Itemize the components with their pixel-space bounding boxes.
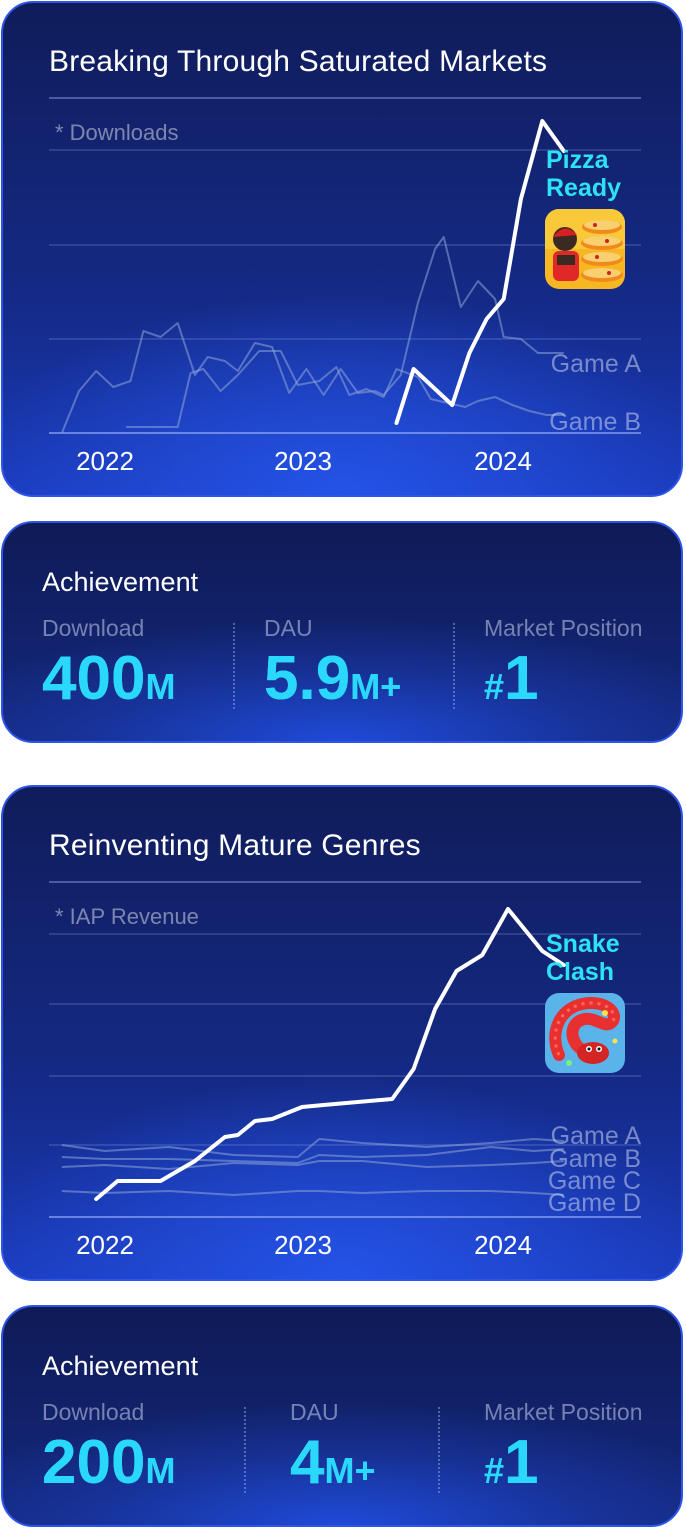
stat-value: 200M	[42, 1428, 175, 1506]
stat-divider	[244, 1407, 246, 1493]
highlight-label: Snake	[546, 930, 620, 958]
stat-divider	[233, 623, 235, 709]
stat-label: Market Position	[484, 1399, 643, 1425]
stat-number: 5.9	[264, 644, 351, 713]
stat-divider	[438, 1407, 440, 1493]
stat-unit: M	[145, 1450, 176, 1491]
stat-dau: DAU 4M+	[290, 1399, 376, 1506]
achievement-card-1: Achievement Download 400M DAU 5.9M+ Mark…	[1, 521, 683, 743]
series-line-game-a	[60, 236, 564, 434]
achievement-title: Achievement	[42, 1351, 199, 1381]
stat-download: Download 400M	[42, 615, 175, 722]
stat-download: Download 200M	[42, 1399, 175, 1506]
highlight-label: Ready	[546, 174, 621, 202]
stat-value: #1	[484, 1428, 643, 1506]
series-line-game-d	[61, 1190, 564, 1196]
stat-prefix: #	[484, 1450, 505, 1491]
stat-market-position: Market Position #1	[484, 1399, 643, 1506]
chart-annotation: * Downloads	[55, 120, 179, 145]
stat-dau: DAU 5.9M+	[264, 615, 401, 722]
stat-label: Download	[42, 1399, 145, 1425]
stat-unit: M+	[324, 1450, 376, 1491]
stat-label: DAU	[290, 1399, 339, 1425]
highlight-label: Pizza	[546, 146, 610, 174]
highlight-series-line	[394, 119, 566, 425]
stat-unit: M	[145, 666, 176, 707]
series-label: Game A	[551, 350, 642, 378]
stat-number: 1	[504, 1428, 539, 1497]
x-tick-label: 2023	[274, 446, 332, 476]
x-tick-label: 2022	[76, 446, 134, 476]
achievement-title: Achievement	[42, 567, 199, 597]
highlight-label: Clash	[546, 958, 614, 986]
series-label: Game D	[548, 1189, 641, 1217]
chart-card-mature-genres: Reinventing Mature Genres * IAP Revenue 2…	[1, 785, 683, 1281]
stat-label: Market Position	[484, 615, 643, 641]
chart-annotation: * IAP Revenue	[55, 904, 199, 929]
stat-label: DAU	[264, 615, 313, 641]
stat-number: 1	[504, 644, 539, 713]
stat-market-position: Market Position #1	[484, 615, 643, 722]
stat-value: 400M	[42, 644, 175, 722]
x-tick-label: 2024	[474, 1230, 532, 1260]
stat-prefix: #	[484, 666, 505, 707]
x-tick-label: 2022	[76, 1230, 134, 1260]
stat-value: 4M+	[290, 1428, 376, 1506]
series-label: Game B	[549, 408, 641, 436]
stat-divider	[453, 623, 455, 709]
stat-number: 400	[42, 644, 146, 713]
achievement-card-2: Achievement Download 200M DAU 4M+ Market…	[1, 1305, 683, 1527]
stat-value: #1	[484, 644, 643, 722]
snake-app-icon	[545, 993, 625, 1073]
x-tick-label: 2023	[274, 1230, 332, 1260]
stat-unit: M+	[350, 666, 402, 707]
stat-number: 200	[42, 1428, 146, 1497]
stat-number: 4	[290, 1428, 325, 1497]
stat-label: Download	[42, 615, 145, 641]
stat-value: 5.9M+	[264, 644, 401, 722]
series-line-game-c	[61, 1160, 564, 1170]
series-line-game-b	[126, 350, 564, 428]
x-tick-label: 2024	[474, 446, 532, 476]
chart-card-saturated-markets: Breaking Through Saturated Markets * Dow…	[1, 1, 683, 497]
pizza-stack-app-icon	[545, 209, 625, 289]
